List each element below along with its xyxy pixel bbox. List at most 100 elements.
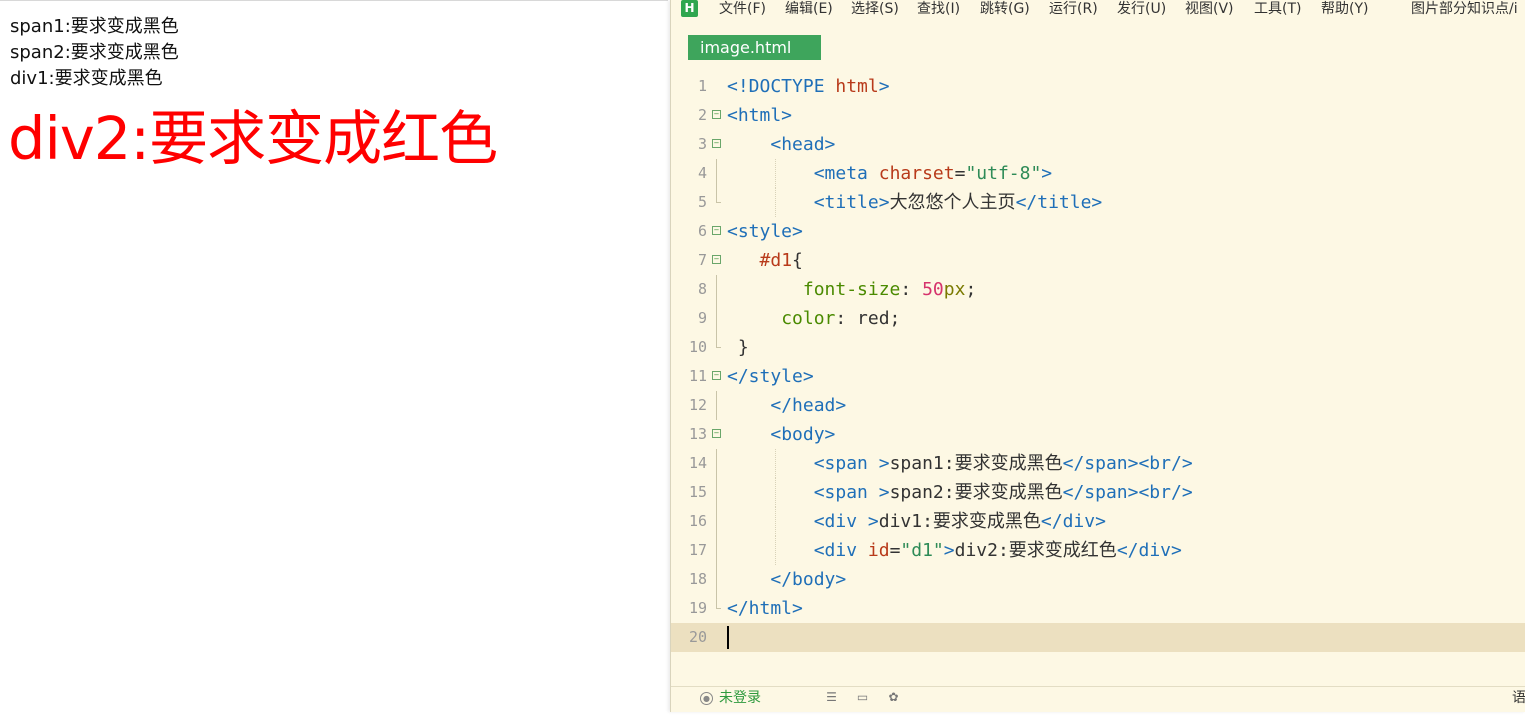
code-text: </head> [770, 395, 847, 416]
code-line[interactable]: 6− <style> [671, 217, 1525, 246]
menu-file[interactable]: 文件(F) [719, 0, 766, 18]
code-text: <body> [770, 424, 836, 445]
line-number: 20 [688, 628, 707, 646]
code-area[interactable]: 1 <!DOCTYPE html> 2− <html> 3− <head> 4 <meta… [671, 72, 1525, 672]
line-number: 1 [697, 77, 707, 95]
preview-span2: span2:要求变成黑色 [10, 42, 179, 63]
user-icon[interactable]: ● [700, 692, 713, 705]
fold-guide [716, 333, 717, 347]
code-line[interactable]: 13− <body> [671, 420, 1525, 449]
code-line[interactable]: 19 </html> [671, 594, 1525, 623]
line-number: 16 [688, 512, 707, 530]
preview-div1: div1:要求变成黑色 [10, 68, 163, 89]
fold-toggle-icon[interactable]: − [712, 110, 721, 119]
code-text: <span >span1:要求变成黑色</span><br/> [813, 453, 1193, 474]
terminal-icon[interactable]: ▭ [856, 691, 869, 703]
line-number: 10 [688, 338, 707, 356]
code-text: <head> [770, 134, 836, 155]
fold-guide-end [716, 347, 721, 348]
tab-image-html[interactable]: image.html [688, 35, 821, 60]
menu-edit[interactable]: 编辑(E) [785, 0, 833, 18]
line-number: 4 [697, 164, 707, 182]
code-text: <html> [727, 105, 793, 126]
line-number: 19 [688, 599, 707, 617]
fold-guide [716, 449, 717, 478]
fold-guide [716, 188, 717, 202]
palette-icon[interactable]: ✿ [887, 691, 900, 703]
line-number: 14 [688, 454, 707, 472]
fold-guide [716, 391, 717, 420]
browser-preview: span1:要求变成黑色 span2:要求变成黑色 div1:要求变成黑色 di… [0, 0, 668, 720]
code-text: <div id="d1">div2:要求变成红色</div> [813, 540, 1182, 561]
fold-toggle-icon[interactable]: − [712, 139, 721, 148]
code-line[interactable]: 18 </body> [671, 565, 1525, 594]
fold-guide [716, 565, 717, 594]
code-text: <title>大忽悠个人主页</title> [813, 192, 1103, 213]
line-number: 8 [697, 280, 707, 298]
fold-guide-end [716, 202, 721, 203]
line-number: 9 [697, 309, 707, 327]
project-title: 图片部分知识点/i [1411, 1, 1518, 17]
menu-bar: H 文件(F) 编辑(E) 选择(S) 查找(I) 跳转(G) 运行(R) 发行… [671, 0, 1525, 20]
fold-guide-end [716, 608, 721, 609]
preview-div2-red: div2:要求变成红色 [8, 104, 498, 173]
code-text: #d1{ [759, 250, 803, 271]
code-text: </style> [727, 366, 814, 387]
code-text: </html> [727, 598, 803, 619]
preview-span1: span1:要求变成黑色 [10, 16, 179, 37]
menu-help[interactable]: 帮助(Y) [1321, 0, 1368, 18]
code-line[interactable]: 1 <!DOCTYPE html> [671, 72, 1525, 101]
code-text: <style> [727, 221, 803, 242]
list-icon[interactable]: ☰ [825, 691, 838, 703]
code-line[interactable]: 20 [671, 623, 1525, 652]
fold-toggle-icon[interactable]: − [712, 255, 721, 264]
code-line[interactable]: 3− <head> [671, 130, 1525, 159]
code-line[interactable]: 17 <div id="d1">div2:要求变成红色</div> [671, 536, 1525, 565]
language-indicator[interactable]: 语 [1512, 689, 1525, 707]
code-line[interactable]: 4 <meta charset="utf-8"> [671, 159, 1525, 188]
code-text: <div >div1:要求变成黑色</div> [813, 511, 1106, 532]
code-line[interactable]: 14 <span >span1:要求变成黑色</span><br/> [671, 449, 1525, 478]
line-number: 7 [697, 251, 707, 269]
line-number: 13 [688, 425, 707, 443]
text-cursor [727, 626, 729, 649]
code-line[interactable]: 11− </style> [671, 362, 1525, 391]
fold-guide [716, 594, 717, 608]
fold-toggle-icon[interactable]: − [712, 429, 721, 438]
menu-find[interactable]: 查找(I) [917, 0, 960, 18]
hbuilder-logo-icon: H [681, 0, 698, 17]
code-line[interactable]: 9 color: red; [671, 304, 1525, 333]
fold-guide [716, 275, 717, 304]
tab-bar: image.html [671, 24, 1525, 62]
menu-view[interactable]: 视图(V) [1185, 0, 1234, 18]
code-text: <meta charset="utf-8"> [813, 163, 1053, 184]
login-status[interactable]: 未登录 [719, 689, 761, 707]
code-line[interactable]: 10 } [671, 333, 1525, 362]
code-text: </body> [770, 569, 847, 590]
menu-run[interactable]: 运行(R) [1049, 0, 1098, 18]
code-text: } [727, 337, 749, 358]
line-number: 12 [688, 396, 707, 414]
line-number: 5 [697, 193, 707, 211]
menu-tools[interactable]: 工具(T) [1254, 0, 1301, 18]
code-text: <!DOCTYPE html> [727, 76, 890, 97]
code-line[interactable]: 2− <html> [671, 101, 1525, 130]
line-number: 18 [688, 570, 707, 588]
fold-toggle-icon[interactable]: − [712, 371, 721, 380]
code-line[interactable]: 16 <div >div1:要求变成黑色</div> [671, 507, 1525, 536]
fold-guide [716, 159, 717, 188]
code-text: font-size: 50px; [802, 279, 977, 300]
code-line[interactable]: 12 </head> [671, 391, 1525, 420]
menu-publish[interactable]: 发行(U) [1117, 0, 1166, 18]
line-number: 11 [688, 367, 707, 385]
menu-goto[interactable]: 跳转(G) [980, 0, 1030, 18]
code-line[interactable]: 7− #d1{ [671, 246, 1525, 275]
fold-guide [716, 536, 717, 565]
code-line[interactable]: 8 font-size: 50px; [671, 275, 1525, 304]
code-line[interactable]: 5 <title>大忽悠个人主页</title> [671, 188, 1525, 217]
menu-select[interactable]: 选择(S) [851, 0, 899, 18]
line-number: 15 [688, 483, 707, 501]
fold-toggle-icon[interactable]: − [712, 226, 721, 235]
code-line[interactable]: 15 <span >span2:要求变成黑色</span><br/> [671, 478, 1525, 507]
code-editor-window: H 文件(F) 编辑(E) 选择(S) 查找(I) 跳转(G) 运行(R) 发行… [670, 0, 1525, 712]
